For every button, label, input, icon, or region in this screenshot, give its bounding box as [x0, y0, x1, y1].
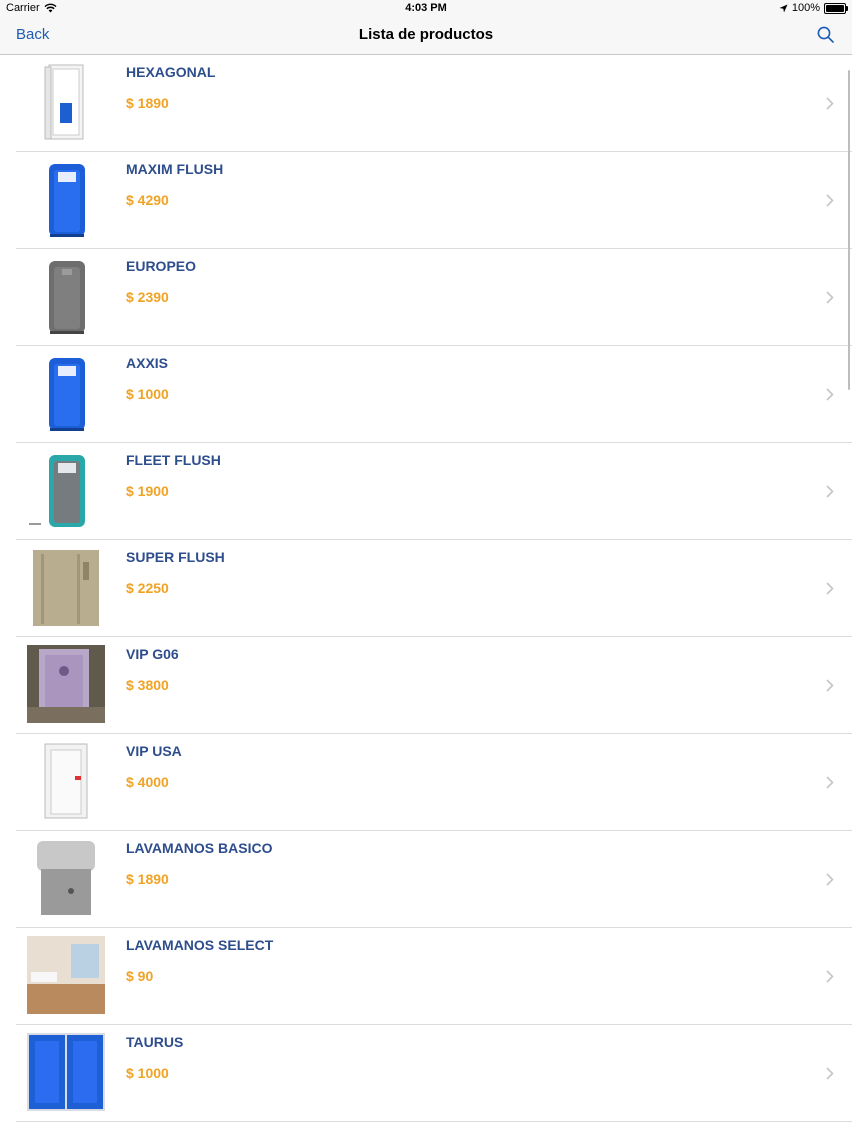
product-price: $ 2250 [126, 580, 169, 596]
status-bar: Carrier 4:03 PM 100% [0, 0, 852, 18]
product-name: VIP G06 [126, 646, 179, 662]
product-name: SUPER FLUSH [126, 549, 225, 565]
chevron-right-icon [826, 97, 834, 110]
product-row[interactable]: MAXIM FLUSH $ 4290 [0, 152, 852, 249]
product-name: FLEET FLUSH [126, 452, 221, 468]
navigation-bar: Back Lista de productos [0, 18, 852, 55]
product-price: $ 4000 [126, 774, 169, 790]
product-name: MAXIM FLUSH [126, 161, 224, 177]
battery-percent: 100% [791, 2, 820, 14]
product-image [27, 354, 105, 432]
product-name: VIP USA [126, 743, 182, 759]
product-row[interactable]: LAVAMANOS BASICO $ 1890 [0, 831, 852, 928]
product-row[interactable]: VIP G06 $ 3800 [0, 637, 852, 734]
product-name: AXXIS [126, 355, 169, 371]
product-row[interactable]: LAVAMANOS SELECT $ 90 [0, 928, 852, 1025]
product-list: HEXAGONAL $ 1890 MAXIM FLUSH $ 4290 EURO… [0, 55, 852, 1122]
product-image [27, 645, 105, 723]
battery-icon [824, 2, 848, 14]
chevron-right-icon [826, 776, 834, 789]
location-arrow-icon [779, 4, 788, 12]
chevron-right-icon [826, 485, 834, 498]
product-image [27, 742, 105, 820]
product-name: LAVAMANOS SELECT [126, 937, 274, 953]
product-image [27, 936, 105, 1014]
chevron-right-icon [826, 873, 834, 886]
chevron-right-icon [826, 679, 834, 692]
product-row[interactable]: AXXIS $ 1000 [0, 346, 852, 443]
chevron-right-icon [826, 291, 834, 304]
product-price: $ 4290 [126, 192, 169, 208]
product-price: $ 1000 [126, 1065, 169, 1081]
product-image [27, 63, 105, 141]
product-image [27, 257, 105, 335]
product-price: $ 1000 [126, 386, 169, 402]
product-name: LAVAMANOS BASICO [126, 840, 273, 856]
product-row[interactable]: FLEET FLUSH $ 1900 [0, 443, 852, 540]
product-image [27, 160, 105, 238]
product-row[interactable]: VIP USA $ 4000 [0, 734, 852, 831]
chevron-right-icon [826, 582, 834, 595]
product-price: $ 2390 [126, 289, 169, 305]
product-row[interactable]: TAURUS $ 1000 [0, 1025, 852, 1122]
product-price: $ 1900 [126, 483, 169, 499]
product-image [27, 1033, 105, 1111]
product-row[interactable]: HEXAGONAL $ 1890 [0, 55, 852, 152]
product-price: $ 90 [126, 968, 154, 984]
product-row[interactable]: EUROPEO $ 2390 [0, 249, 852, 346]
chevron-right-icon [826, 1067, 834, 1080]
product-name: TAURUS [126, 1034, 184, 1050]
search-icon[interactable] [816, 25, 836, 45]
product-price: $ 3800 [126, 677, 169, 693]
product-price: $ 1890 [126, 871, 169, 887]
page-title: Lista de productos [358, 26, 494, 43]
status-time: 4:03 PM [405, 2, 447, 14]
battery-level [826, 4, 844, 12]
product-image [27, 839, 105, 917]
product-price: $ 1890 [126, 95, 169, 111]
product-row[interactable]: SUPER FLUSH $ 2250 [0, 540, 852, 637]
chevron-right-icon [826, 388, 834, 401]
chevron-right-icon [826, 194, 834, 207]
product-name: HEXAGONAL [126, 64, 216, 80]
chevron-right-icon [826, 970, 834, 983]
product-image [27, 548, 105, 626]
scroll-indicator[interactable] [847, 70, 850, 390]
product-name: EUROPEO [126, 258, 197, 274]
product-image [27, 451, 105, 529]
